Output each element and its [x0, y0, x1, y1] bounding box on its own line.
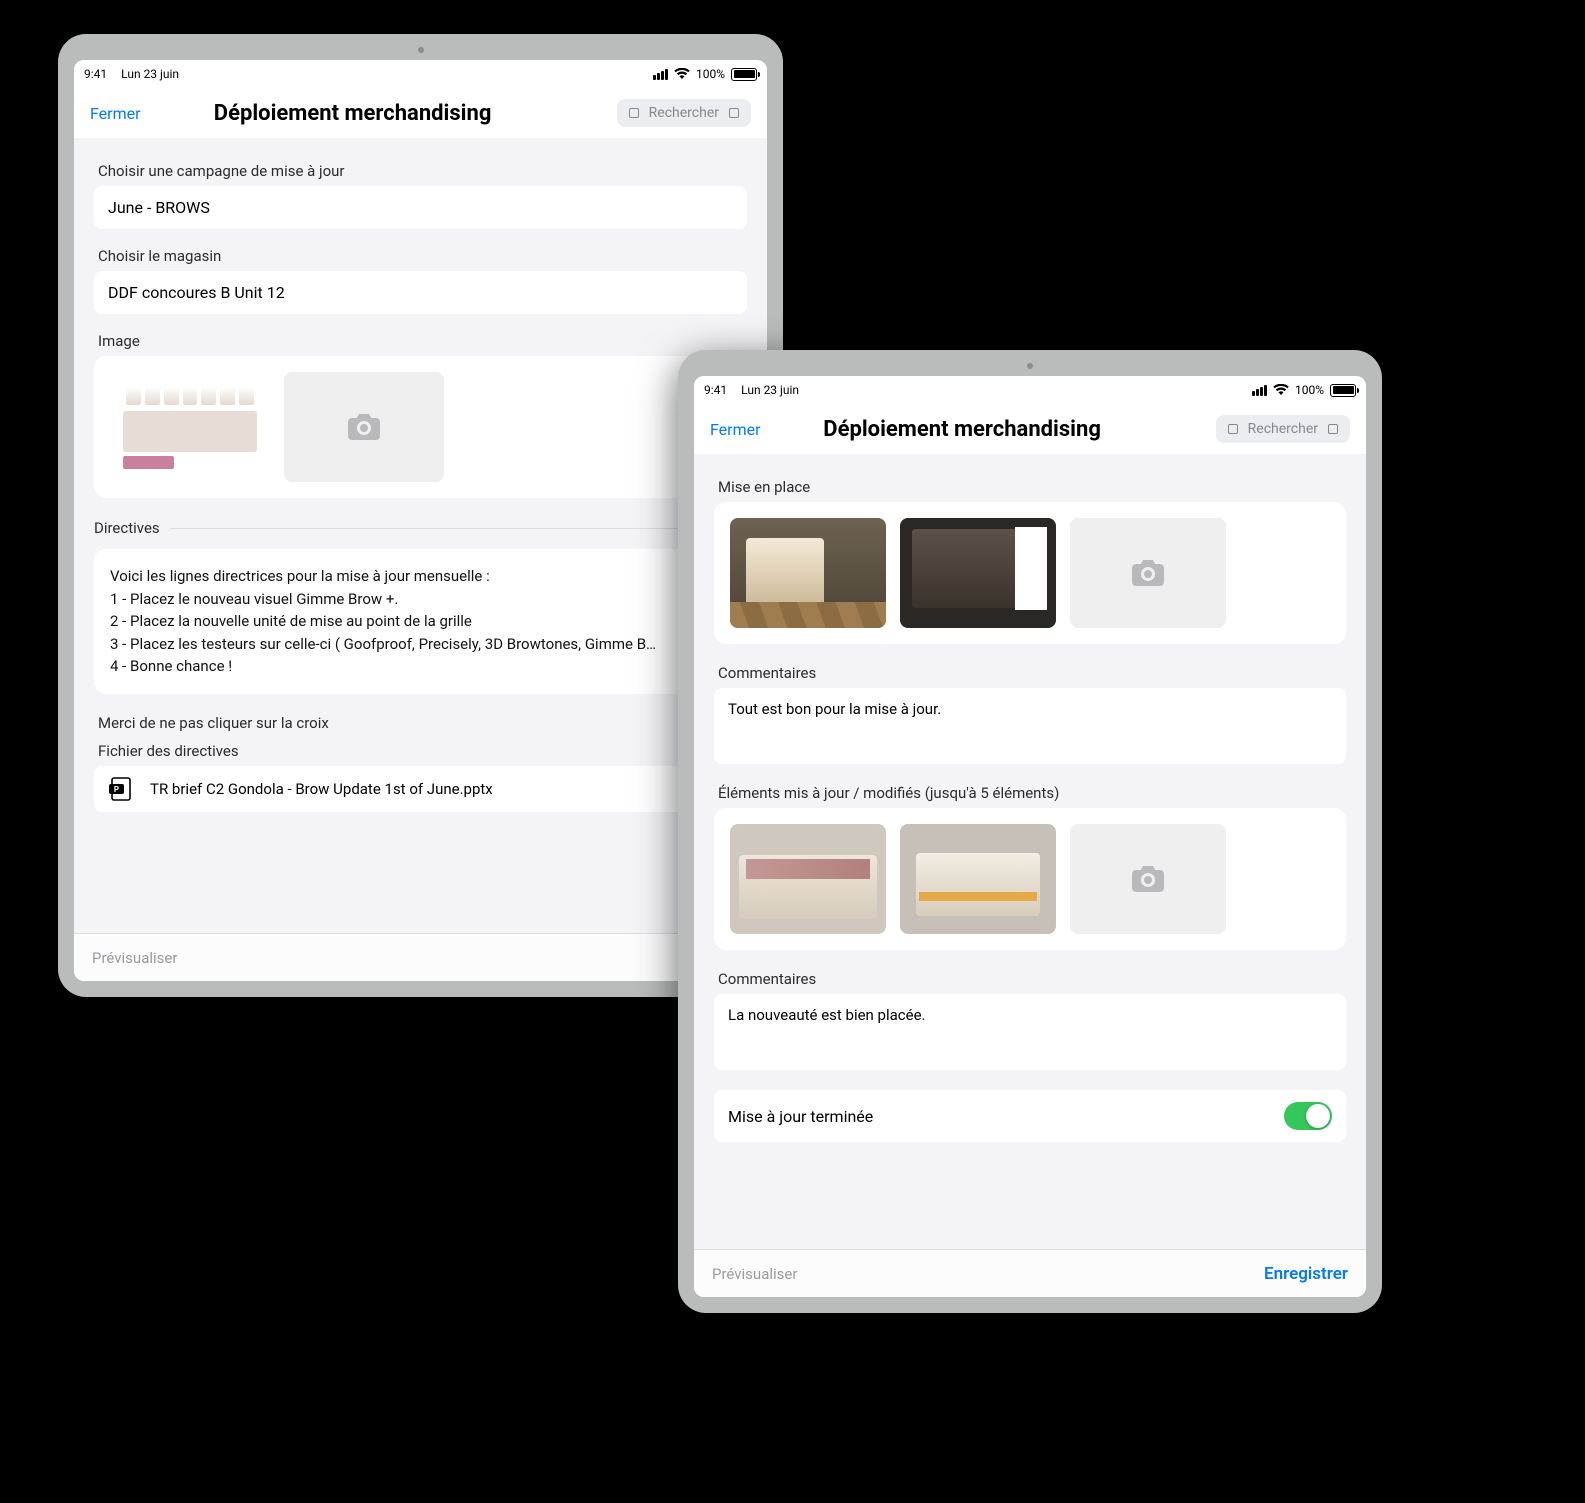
status-date: Lun 23 juin	[121, 67, 179, 81]
comment-textarea-2[interactable]: La nouveauté est bien placée.	[714, 994, 1346, 1070]
image-card	[94, 356, 747, 498]
search-field[interactable]: Rechercher	[1216, 415, 1350, 443]
file-name: TR brief C2 Gondola - Brow Update 1st of…	[150, 780, 493, 798]
store-select[interactable]: DDF concoures B Unit 12	[94, 271, 747, 314]
camera-dot	[1027, 363, 1033, 369]
image-label: Image	[94, 332, 747, 350]
wifi-icon	[674, 68, 690, 80]
status-bar: 9:41 Lun 23 juin 100%	[694, 376, 1366, 404]
cellular-icon	[653, 69, 668, 80]
content-1: Choisir une campagne de mise à jour June…	[74, 138, 767, 933]
directives-card: Voici les lignes directrices pour la mis…	[94, 549, 747, 694]
page-title: Déploiement merchandising	[97, 101, 609, 126]
update-done-toggle[interactable]	[1284, 1102, 1332, 1130]
update-done-label: Mise à jour terminée	[728, 1107, 873, 1126]
wifi-icon	[1273, 384, 1289, 396]
search-field[interactable]: Rechercher	[617, 99, 751, 127]
reference-image-thumb[interactable]	[110, 372, 270, 482]
setup-card	[714, 502, 1346, 644]
screen-2: 9:41 Lun 23 juin 100% Fermer Déploiement…	[694, 376, 1366, 1297]
directives-intro: Voici les lignes directrices pour la mis…	[110, 565, 731, 588]
cellular-icon	[1252, 385, 1267, 396]
camera-icon	[1132, 560, 1164, 586]
battery-percent: 100%	[1295, 383, 1324, 397]
svg-text:P: P	[114, 785, 119, 794]
search-indicator-icon	[1228, 424, 1238, 434]
directives-label: Directives	[94, 519, 170, 537]
search-placeholder: Rechercher	[649, 105, 719, 121]
file-label: Fichier des directives	[94, 742, 747, 760]
footer-bar: Prévisualiser	[74, 933, 767, 981]
preview-button-disabled: Prévisualiser	[92, 949, 177, 967]
add-updated-photo-button[interactable]	[1070, 824, 1226, 934]
directives-line: 1 - Placez le nouveau visuel Gimme Brow …	[110, 588, 731, 611]
dont-click-note: Merci de ne pas cliquer sur la croix	[94, 714, 747, 732]
screen-1: 9:41 Lun 23 juin 100% Fermer Déploiement…	[74, 60, 767, 981]
updated-label: Éléments mis à jour / modifiés (jusqu'à …	[714, 784, 1346, 802]
search-indicator-icon	[629, 108, 639, 118]
camera-dot	[418, 47, 424, 53]
status-time: 9:41	[84, 67, 107, 81]
comments-label-1: Commentaires	[714, 664, 1346, 682]
status-bar: 9:41 Lun 23 juin 100%	[74, 60, 767, 88]
updated-photo-2-thumb[interactable]	[900, 824, 1056, 934]
battery-icon	[1330, 384, 1356, 397]
setup-label: Mise en place	[714, 478, 1346, 496]
save-button[interactable]: Enregistrer	[1264, 1264, 1348, 1284]
directives-separator: Directives	[94, 518, 747, 537]
setup-photo-1-thumb[interactable]	[730, 518, 886, 628]
tablet-device-2: 9:41 Lun 23 juin 100% Fermer Déploiement…	[678, 350, 1382, 1313]
directives-line: 2 - Placez la nouvelle unité de mise au …	[110, 610, 731, 633]
comment-textarea-1[interactable]: Tout est bon pour la mise à jour.	[714, 688, 1346, 764]
campaign-select[interactable]: June - BROWS	[94, 186, 747, 229]
status-time: 9:41	[704, 383, 727, 397]
nav-bar: Fermer Déploiement merchandising Recherc…	[694, 404, 1366, 454]
tablet-device-1: 9:41 Lun 23 juin 100% Fermer Déploiement…	[58, 34, 783, 997]
add-image-button[interactable]	[284, 372, 444, 482]
campaign-label: Choisir une campagne de mise à jour	[94, 162, 747, 180]
add-setup-photo-button[interactable]	[1070, 518, 1226, 628]
directives-line: 4 - Bonne chance !	[110, 655, 731, 678]
setup-photo-2-thumb[interactable]	[900, 518, 1056, 628]
search-trailing-icon	[729, 108, 739, 118]
content-2: Mise en place Commentaires Tout est bon …	[694, 454, 1366, 1249]
footer-bar: Prévisualiser Enregistrer	[694, 1249, 1366, 1297]
updated-photo-1-thumb[interactable]	[730, 824, 886, 934]
update-done-row: Mise à jour terminée	[714, 1090, 1346, 1142]
camera-icon	[1132, 866, 1164, 892]
preview-button-disabled: Prévisualiser	[712, 1265, 797, 1283]
status-date: Lun 23 juin	[741, 383, 799, 397]
comments-label-2: Commentaires	[714, 970, 1346, 988]
battery-percent: 100%	[696, 67, 725, 81]
search-trailing-icon	[1328, 424, 1338, 434]
store-label: Choisir le magasin	[94, 247, 747, 265]
directives-file-row[interactable]: P TR brief C2 Gondola - Brow Update 1st …	[94, 766, 747, 812]
directives-body: Voici les lignes directrices pour la mis…	[110, 565, 731, 678]
camera-icon	[348, 414, 380, 440]
page-title: Déploiement merchandising	[717, 417, 1208, 442]
nav-bar: Fermer Déploiement merchandising Recherc…	[74, 88, 767, 138]
updated-card	[714, 808, 1346, 950]
directives-line: 3 - Placez les testeurs sur celle-ci ( G…	[110, 633, 731, 656]
battery-icon	[731, 68, 757, 81]
search-placeholder: Rechercher	[1248, 421, 1318, 437]
pptx-file-icon: P	[108, 776, 134, 802]
